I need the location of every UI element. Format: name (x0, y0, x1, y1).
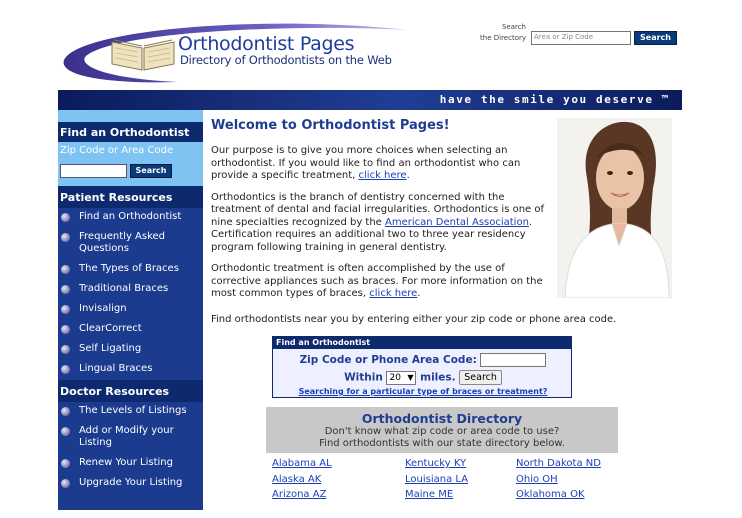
sidebar-item-label: The Types of Braces (79, 263, 179, 274)
chevron-down-icon: ▼ (407, 372, 414, 382)
state-link[interactable]: Kentucky KY (405, 456, 468, 472)
sidebar-item-faq[interactable]: Frequently Asked Questions (58, 228, 203, 260)
zip-label: Zip Code or Phone Area Code: (299, 354, 477, 366)
sidebar-find-panel: Zip Code or Area Code Search (58, 142, 203, 186)
intro-end: . (406, 170, 410, 181)
sidebar-item-label: Frequently Asked Questions (79, 231, 166, 254)
sidebar-item-label: ClearCorrect (79, 323, 142, 334)
state-directory: Orthodontist Directory Don't know what z… (266, 407, 618, 518)
smiling-woman-photo (557, 118, 672, 298)
page-title: Welcome to Orthodontist Pages! (211, 118, 450, 133)
sidebar-item-label: Add or Modify your Listing (79, 425, 174, 448)
directory-column-1: Alabama AL Alaska AK Arizona AZ (272, 456, 332, 503)
treatment-search-link[interactable]: Searching for a particular type of brace… (273, 387, 573, 396)
treatment-paragraph: Orthodontic treatment is often accomplis… (211, 263, 555, 301)
state-link[interactable]: Maine ME (405, 487, 468, 503)
state-link[interactable]: Alabama AL (272, 456, 332, 472)
bullet-icon (61, 233, 70, 242)
search-label-line2: the Directory (480, 34, 526, 42)
bullet-icon (61, 213, 70, 222)
sidebar-item-add-modify-listing[interactable]: Add or Modify your Listing (58, 422, 203, 454)
sidebar-find-label: Zip Code or Area Code (60, 145, 174, 156)
sidebar-item-label: Invisalign (79, 303, 127, 314)
intro-paragraph: Our purpose is to give you more choices … (211, 145, 555, 183)
directory-subtitle-2: Find orthodontists with our state direct… (319, 438, 565, 449)
sidebar-item-renew-listing[interactable]: Renew Your Listing (58, 454, 203, 474)
orthodontics-paragraph: Orthodontics is the branch of dentistry … (211, 192, 555, 255)
distance-row: Within 20 ▼ miles. Search (273, 370, 573, 385)
sidebar-item-levels-of-listings[interactable]: The Levels of Listings (58, 402, 203, 422)
specific-treatment-link[interactable]: click here (359, 170, 407, 181)
bullet-icon (61, 407, 70, 416)
sidebar-search-button[interactable]: Search (130, 164, 172, 178)
main-content: Welcome to Orthodontist Pages! Our purpo… (211, 118, 555, 310)
sidebar-item-label: Traditional Braces (79, 283, 169, 294)
tagline-banner: have the smile you deserve ™ (58, 90, 682, 110)
patient-resources-heading: Patient Resources (58, 186, 203, 208)
tagline: have the smile you deserve ™ (439, 93, 670, 106)
state-link[interactable]: Alaska AK (272, 472, 332, 488)
bullet-icon (61, 459, 70, 468)
directory-column-2: Kentucky KY Louisiana LA Maine ME (405, 456, 468, 503)
bullet-icon (61, 479, 70, 488)
logo-subtitle: Directory of Orthodontists on the Web (180, 53, 392, 67)
sidebar-strip (58, 110, 203, 122)
directory-columns: Alabama AL Alaska AK Arizona AZ Kentucky… (266, 453, 618, 518)
sidebar-item-upgrade-listing[interactable]: Upgrade Your Listing (58, 474, 203, 494)
state-link[interactable]: Arizona AZ (272, 487, 332, 503)
sidebar-item-label: The Levels of Listings (79, 405, 187, 416)
bullet-icon (61, 325, 70, 334)
sidebar-item-types-of-braces[interactable]: The Types of Braces (58, 260, 203, 280)
bullet-icon (61, 285, 70, 294)
zip-input[interactable] (480, 353, 547, 367)
search-label: Search the Directory (470, 22, 526, 44)
treatment-end: . (417, 288, 421, 299)
bullet-icon (61, 265, 70, 274)
bullet-icon (61, 305, 70, 314)
header-search-input[interactable]: Area or Zip Code (531, 31, 631, 45)
state-link[interactable]: Ohio OH (516, 472, 601, 488)
logo-title[interactable]: Orthodontist Pages (178, 33, 355, 55)
zip-row: Zip Code or Phone Area Code: (273, 353, 573, 367)
find-search-button[interactable]: Search (459, 370, 502, 385)
sidebar-item-label: Lingual Braces (79, 363, 153, 374)
sidebar-item-find-orthodontist[interactable]: Find an Orthodontist (58, 208, 203, 228)
sidebar-item-label: Renew Your Listing (79, 457, 173, 468)
bullet-icon (61, 427, 70, 436)
ada-link[interactable]: American Dental Association (385, 217, 529, 228)
sidebar-item-label: Upgrade Your Listing (79, 477, 183, 488)
sidebar-item-clearcorrect[interactable]: ClearCorrect (58, 320, 203, 340)
sidebar-item-label: Self Ligating (79, 343, 142, 354)
find-form-heading: Find an Orthodontist (273, 337, 571, 349)
sidebar-find-heading: Find an Orthodontist (58, 122, 203, 142)
state-link[interactable]: Oklahoma OK (516, 487, 601, 503)
directory-header: Orthodontist Directory Don't know what z… (266, 407, 618, 453)
bullet-icon (61, 365, 70, 374)
within-label: Within (344, 371, 383, 384)
doctor-resources-heading: Doctor Resources (58, 380, 203, 402)
header-search-button[interactable]: Search (634, 31, 677, 45)
sidebar-item-lingual-braces[interactable]: Lingual Braces (58, 360, 203, 380)
directory-title: Orthodontist Directory (361, 411, 523, 426)
sidebar-zip-input[interactable] (60, 164, 127, 178)
directory-column-3: North Dakota ND Ohio OH Oklahoma OK (516, 456, 601, 503)
miles-select[interactable]: 20 ▼ (386, 370, 417, 385)
miles-label: miles. (420, 371, 456, 384)
sidebar: Find an Orthodontist Zip Code or Area Co… (58, 110, 203, 510)
sidebar-item-invisalign[interactable]: Invisalign (58, 300, 203, 320)
sidebar-item-traditional-braces[interactable]: Traditional Braces (58, 280, 203, 300)
sidebar-item-self-ligating[interactable]: Self Ligating (58, 340, 203, 360)
find-instructions: Find orthodontists near you by entering … (211, 314, 617, 325)
miles-value: 20 (389, 372, 401, 383)
sidebar-item-label: Find an Orthodontist (79, 211, 182, 222)
directory-subtitle-1: Don't know what zip code or area code to… (324, 426, 560, 437)
find-orthodontist-form: Find an Orthodontist Zip Code or Phone A… (272, 336, 572, 398)
site-header: Orthodontist Pages Directory of Orthodon… (0, 0, 742, 90)
state-link[interactable]: North Dakota ND (516, 456, 601, 472)
search-label-line1: Search (501, 23, 526, 31)
state-link[interactable]: Louisiana LA (405, 472, 468, 488)
braces-types-link[interactable]: click here (369, 288, 417, 299)
bullet-icon (61, 345, 70, 354)
book-logo-icon (111, 39, 175, 71)
